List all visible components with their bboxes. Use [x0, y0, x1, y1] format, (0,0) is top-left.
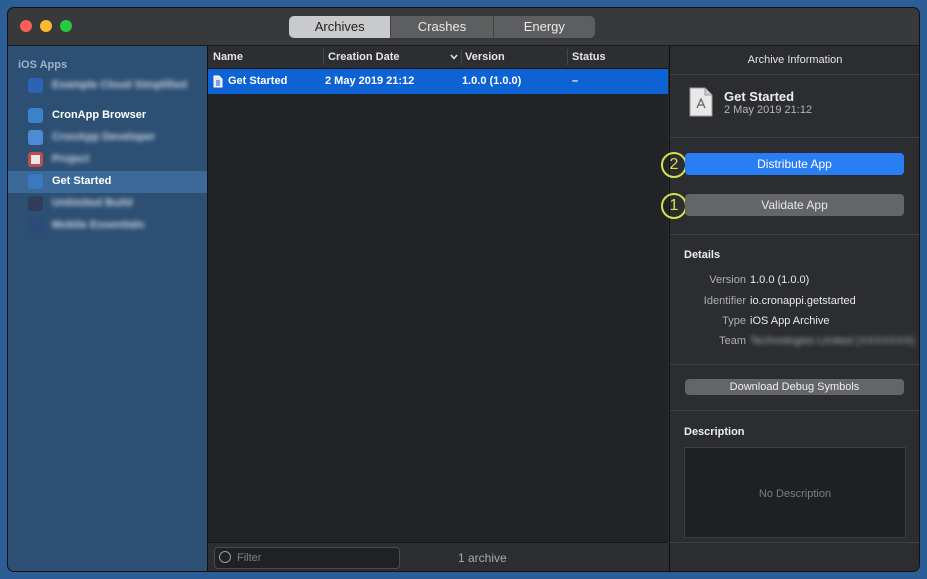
- divider: [670, 74, 919, 75]
- archive-date: 2 May 2019 21:12: [724, 104, 813, 116]
- row-status: –: [572, 75, 579, 87]
- distribute-app-button[interactable]: Distribute App: [685, 153, 904, 175]
- description-heading: Description: [684, 426, 745, 438]
- tab-segmented-control: Archives Crashes Energy: [289, 16, 595, 38]
- divider: [670, 364, 919, 365]
- sidebar-item-app-7[interactable]: Mobile Essentials: [8, 215, 207, 237]
- filter-field[interactable]: [214, 547, 400, 569]
- row-version: 1.0.0 (1.0.0): [462, 75, 522, 87]
- filter-input[interactable]: [235, 550, 399, 566]
- organizer-window: Archives Crashes Energy iOS Apps Example…: [8, 8, 919, 571]
- details-heading: Details: [684, 249, 721, 261]
- row-name: Get Started: [228, 75, 288, 87]
- detail-value-version: 1.0.0 (1.0.0): [750, 274, 810, 286]
- sidebar-item-cronapp-browser[interactable]: CronApp Browser: [8, 105, 207, 127]
- description-placeholder: No Description: [758, 488, 832, 500]
- sidebar-item-label: Get Started: [52, 175, 112, 187]
- title-bar: Archives Crashes Energy: [8, 8, 919, 46]
- app-icon: [28, 196, 43, 211]
- sidebar-item-label: Unlimited Build: [52, 197, 133, 209]
- archives-list: Name Creation Date Version Status Get St…: [208, 46, 668, 571]
- sidebar-item-app-3[interactable]: CronApp Developer: [8, 127, 207, 149]
- annotation-badge-2: 2: [661, 152, 687, 178]
- download-debug-symbols-button[interactable]: Download Debug Symbols: [685, 379, 904, 395]
- table-row[interactable]: Get Started 2 May 2019 21:12 1.0.0 (1.0.…: [208, 69, 668, 94]
- validate-app-button[interactable]: Validate App: [685, 194, 904, 216]
- archive-name: Get Started: [724, 89, 795, 104]
- detail-value-type: iOS App Archive: [750, 315, 830, 327]
- close-window-button[interactable]: [20, 20, 32, 32]
- sidebar-item-label: Mobile Essentials: [52, 219, 145, 231]
- annotation-badge-1: 1: [661, 193, 687, 219]
- zoom-window-button[interactable]: [60, 20, 72, 32]
- app-icon: [28, 152, 43, 167]
- sidebar-item-app-6[interactable]: Unlimited Build: [8, 193, 207, 215]
- column-header-version[interactable]: Version: [465, 51, 505, 63]
- archive-information-panel: Archive Information Get Started 2 May 20…: [661, 46, 919, 571]
- app-icon: [28, 174, 43, 189]
- filter-icon: [219, 551, 231, 563]
- sidebar-item-label: Example Cloud Simplified: [52, 79, 188, 91]
- column-header-creation-date[interactable]: Creation Date: [328, 51, 400, 63]
- detail-key-type: Type: [722, 315, 746, 327]
- app-icon: [28, 218, 43, 233]
- column-header-name[interactable]: Name: [213, 51, 243, 63]
- app-icon: [28, 130, 43, 145]
- column-divider: [323, 49, 324, 65]
- archive-file-icon: [689, 87, 713, 117]
- detail-key-version: Version: [709, 274, 746, 286]
- sidebar-item-label: CronApp Browser: [52, 109, 147, 121]
- panel-title: Archive Information: [747, 54, 843, 66]
- app-icon: [28, 78, 43, 93]
- divider: [670, 137, 919, 138]
- app-icon: [28, 108, 43, 123]
- sidebar-item-app-4[interactable]: Project: [8, 149, 207, 171]
- sidebar-item-get-started[interactable]: Get Started: [8, 171, 207, 193]
- archive-count: 1 archive: [458, 551, 507, 565]
- sidebar-section-ios-apps: iOS Apps: [18, 59, 68, 71]
- document-icon: [213, 75, 223, 88]
- divider: [670, 234, 919, 235]
- chevron-down-icon[interactable]: [450, 54, 458, 60]
- sidebar-item-label: CronApp Developer: [52, 131, 156, 143]
- tab-energy[interactable]: Energy: [494, 16, 595, 38]
- detail-value-team: Technologies Limited (XXXXXXX): [750, 335, 915, 347]
- row-creation-date: 2 May 2019 21:12: [325, 75, 415, 87]
- table-header: Name Creation Date Version Status: [208, 46, 668, 69]
- column-divider: [567, 49, 568, 65]
- sidebar: iOS Apps Example Cloud Simplified CronAp…: [8, 46, 208, 571]
- sidebar-item-label: Project: [52, 153, 90, 165]
- minimize-window-button[interactable]: [40, 20, 52, 32]
- list-footer: 1 archive: [208, 542, 668, 571]
- column-header-status[interactable]: Status: [572, 51, 606, 63]
- tab-archives[interactable]: Archives: [289, 16, 392, 38]
- sidebar-item-app-1[interactable]: Example Cloud Simplified: [8, 75, 207, 97]
- divider: [670, 542, 919, 543]
- detail-value-identifier: io.cronappi.getstarted: [750, 295, 856, 307]
- detail-key-team: Team: [719, 335, 746, 347]
- tab-crashes[interactable]: Crashes: [391, 16, 494, 38]
- description-field[interactable]: No Description: [684, 447, 906, 538]
- detail-key-identifier: Identifier: [703, 295, 746, 307]
- divider: [670, 410, 919, 411]
- column-divider: [461, 49, 462, 65]
